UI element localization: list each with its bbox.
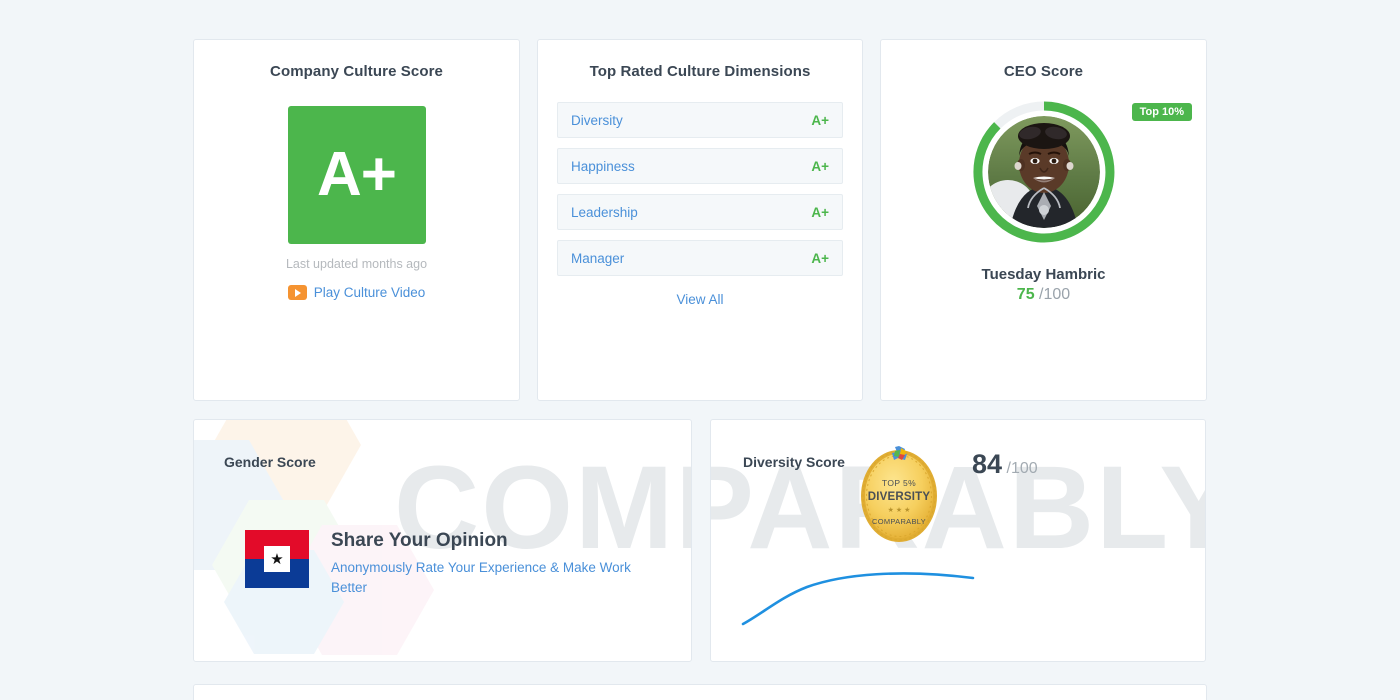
last-updated-text: Last updated months ago (285, 257, 428, 271)
top-rated-culture-dimensions-card: Top Rated Culture Dimensions Diversity A… (537, 39, 863, 401)
svg-text:★ ★ ★: ★ ★ ★ (888, 506, 911, 514)
dimension-name: Manager (571, 250, 625, 266)
dashboard-page: Company Culture Score A+ Last updated mo… (0, 0, 1400, 700)
gender-score-title: Gender Score (224, 454, 316, 470)
culture-grade-value: A+ (317, 140, 397, 209)
next-section-card (193, 684, 1207, 700)
flag-icon: ★ (245, 530, 309, 588)
dimension-name: Diversity (571, 112, 623, 128)
company-culture-score-card: Company Culture Score A+ Last updated mo… (193, 39, 520, 401)
ceo-score-ring (972, 100, 1116, 244)
diversity-score-title: Diversity Score (743, 454, 845, 470)
list-item[interactable]: Happiness A+ (557, 148, 843, 184)
share-opinion-title: Share Your Opinion (331, 530, 508, 551)
gender-score-card: COMPARABLY Gender Score ★ Share Your Opi… (193, 419, 692, 662)
dimension-grade: A+ (811, 204, 829, 220)
list-item[interactable]: Leadership A+ (557, 194, 843, 230)
diversity-score-number: 84 (972, 449, 1003, 479)
dimension-name: Happiness (571, 158, 635, 174)
view-all-link[interactable]: View All (538, 292, 862, 307)
ceo-name: Tuesday Hambric (981, 266, 1106, 283)
page-title-ceo: CEO Score (1003, 63, 1084, 80)
page-title-culture: Company Culture Score (270, 63, 443, 80)
dimension-list: Diversity A+ Happiness A+ Leadership A+ … (557, 102, 843, 276)
ceo-score-card: CEO Score Top 10% Tuesday Hambric 75 /10… (880, 39, 1207, 401)
avatar (983, 112, 1104, 232)
diversity-score-denominator: /100 (1006, 460, 1038, 477)
dimension-grade: A+ (811, 112, 829, 128)
play-icon (287, 285, 307, 300)
svg-text:DIVERSITY: DIVERSITY (868, 491, 931, 503)
list-item[interactable]: Diversity A+ (557, 102, 843, 138)
svg-text:COMPARABLY: COMPARABLY (872, 517, 926, 526)
play-culture-video-label: Play Culture Video (313, 285, 426, 300)
diversity-score-value: 84 /100 (972, 449, 1038, 480)
share-opinion-subtitle[interactable]: Anonymously Rate Your Experience & Make … (331, 558, 637, 599)
diversity-score-card: COMPARABLY Diversity Score (710, 419, 1206, 662)
dimension-name: Leadership (571, 204, 638, 220)
dimension-grade: A+ (811, 250, 829, 266)
status-badge: Top 10% (1131, 103, 1192, 121)
dimension-grade: A+ (811, 158, 829, 174)
play-culture-video-link[interactable]: Play Culture Video (194, 285, 519, 300)
star-icon: ★ (270, 550, 284, 568)
ceo-score-number: 75 (1016, 286, 1035, 303)
diversity-award-medal-icon: TOP 5% DIVERSITY ★ ★ ★ COMPARABLY (858, 444, 940, 549)
page-title-dimensions: Top Rated Culture Dimensions (589, 63, 811, 80)
share-your-opinion-block[interactable]: ★ Share Your Opinion Anonymously Rate Yo… (245, 530, 637, 599)
svg-text:TOP 5%: TOP 5% (882, 478, 916, 488)
ceo-score-value: 75 /100 (881, 286, 1206, 304)
culture-grade-box: A+ (287, 106, 426, 244)
ceo-score-denominator: /100 (1039, 286, 1071, 303)
list-item[interactable]: Manager A+ (557, 240, 843, 276)
